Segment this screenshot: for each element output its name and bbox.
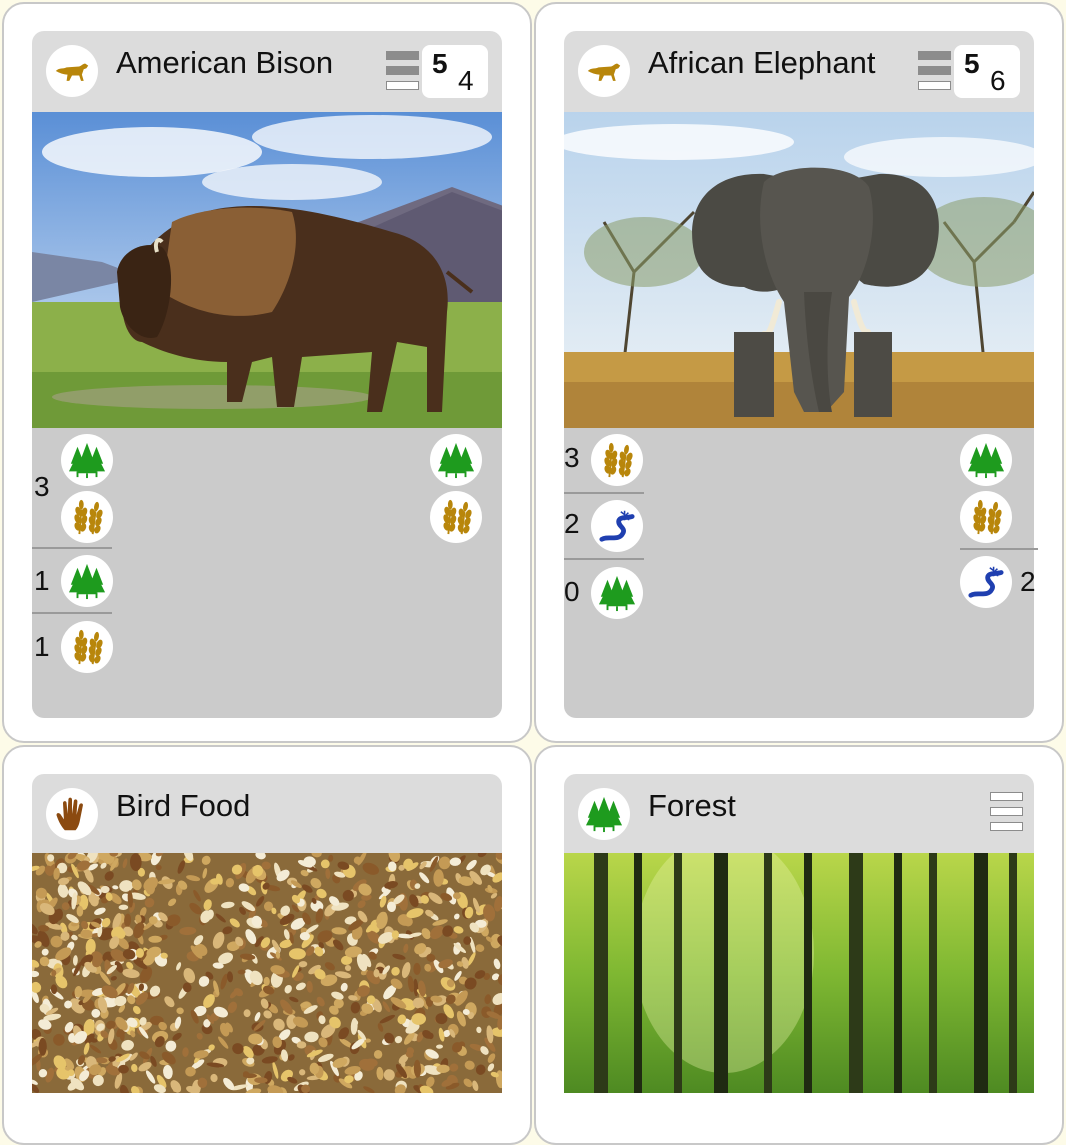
card-panel: 3 2 0 2 — [564, 428, 1038, 718]
card-image-forest — [564, 853, 1034, 1093]
card-header: American Bison 5 4 — [32, 31, 502, 112]
score-sub: 4 — [458, 65, 474, 96]
requirement-count: 1 — [34, 631, 50, 662]
card-american-bison[interactable]: American Bison 5 4 3 1 1 — [2, 2, 532, 743]
requirement-count: 3 — [34, 471, 50, 502]
row-divider — [32, 612, 112, 614]
animal-icon — [578, 45, 630, 97]
row-divider — [960, 548, 1038, 550]
water-icon — [960, 556, 1012, 608]
stack-icon — [386, 51, 419, 90]
card-panel: 3 1 1 — [32, 428, 502, 718]
grain-icon — [430, 491, 482, 543]
stack-icon — [918, 51, 951, 90]
requirement-count: 2 — [564, 508, 580, 539]
grain-icon — [960, 491, 1012, 543]
card-image-elephant — [564, 112, 1034, 428]
card-title: Forest — [648, 788, 736, 823]
forest-icon — [61, 555, 113, 607]
card-title: African Elephant — [648, 45, 876, 80]
card-title: Bird Food — [116, 788, 251, 823]
score-box: 5 6 — [954, 45, 1020, 98]
forest-icon — [430, 434, 482, 486]
row-divider — [564, 492, 644, 494]
score-main: 5 — [432, 48, 448, 79]
grain-icon — [61, 491, 113, 543]
score-sub: 6 — [990, 65, 1006, 96]
grain-icon — [61, 621, 113, 673]
card-header: Bird Food — [32, 774, 502, 853]
card-title: American Bison — [116, 45, 334, 80]
card-header: African Elephant 5 6 — [564, 31, 1034, 112]
score-main: 5 — [964, 48, 980, 79]
forest-icon — [960, 434, 1012, 486]
requirement-count: 0 — [564, 576, 580, 607]
forest-icon — [578, 788, 630, 840]
forest-icon — [61, 434, 113, 486]
hand-icon — [46, 788, 98, 840]
requirement-count: 1 — [34, 565, 50, 596]
row-divider — [32, 547, 112, 549]
grain-icon — [591, 434, 643, 486]
card-bird-food[interactable]: Bird Food — [2, 745, 532, 1145]
card-header: Forest — [564, 774, 1034, 853]
card-image-bird-food — [32, 853, 502, 1093]
stack-icon — [990, 792, 1023, 831]
row-divider — [564, 558, 644, 560]
forest-icon — [591, 567, 643, 619]
water-icon — [591, 500, 643, 552]
card-image-bison — [32, 112, 502, 428]
animal-icon — [46, 45, 98, 97]
requirement-count: 3 — [564, 442, 580, 473]
score-box: 5 4 — [422, 45, 488, 98]
output-count: 2 — [1020, 566, 1036, 597]
card-african-elephant[interactable]: African Elephant 5 6 3 2 0 2 — [534, 2, 1064, 743]
card-forest[interactable]: Forest — [534, 745, 1064, 1145]
